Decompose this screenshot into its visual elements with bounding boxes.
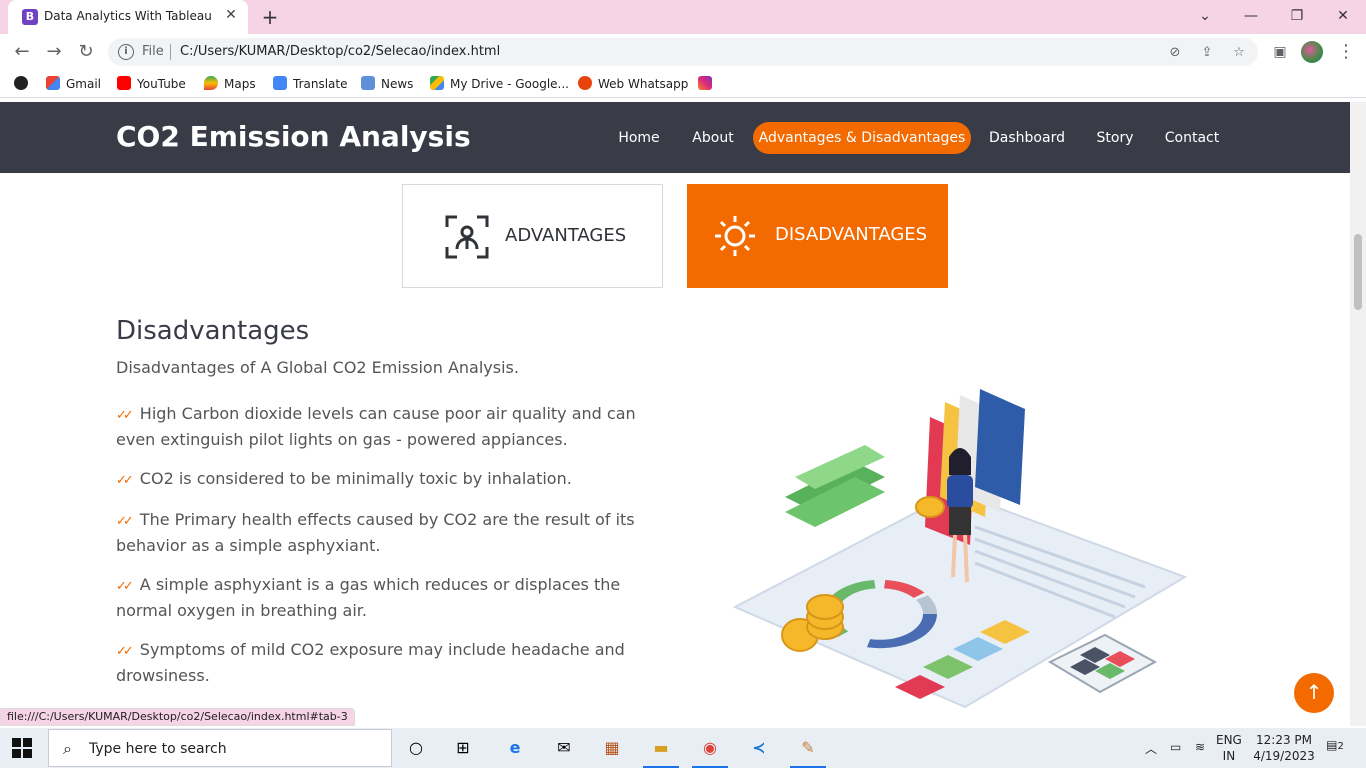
sun-icon xyxy=(715,216,755,256)
file-explorer-icon[interactable]: ▬ xyxy=(643,736,679,768)
tab-disadvantages[interactable]: DISADVANTAGES xyxy=(687,184,948,288)
address-bar[interactable]: i File C:/Users/KUMAR/Desktop/co2/Seleca… xyxy=(108,38,1258,66)
cortana-icon[interactable]: ○ xyxy=(404,736,428,760)
windows-taskbar: ⌕ Type here to search ○ ⊞ e ✉ ▦ ▬ ◉ ≺ ✎ … xyxy=(0,728,1366,768)
list-item: ✓✓ The Primary health effects caused by C… xyxy=(116,510,635,555)
site-logo[interactable]: CO2 Emission Analysis xyxy=(116,120,471,153)
windows-start-icon[interactable] xyxy=(12,738,32,758)
bookmarks-bar: Gmail YouTube Maps Translate News My Dri… xyxy=(0,70,1366,98)
gmail-icon xyxy=(46,76,60,90)
tab-strip: B Data Analytics With Tableau ✕ + ⌄ — ❐ … xyxy=(0,0,1366,34)
tab-search-icon[interactable]: ⌄ xyxy=(1190,4,1220,28)
browser-toolbar: ← → ↻ i File C:/Users/KUMAR/Desktop/co2/… xyxy=(0,34,1366,70)
tab-disadvantages-label: DISADVANTAGES xyxy=(775,224,928,245)
nav-story[interactable]: Story xyxy=(1090,122,1140,154)
restore-icon[interactable]: ❐ xyxy=(1282,4,1312,28)
bookmark-gmail[interactable]: Gmail xyxy=(46,75,101,93)
eye-off-icon[interactable]: ⊘ xyxy=(1166,44,1184,62)
address-separator xyxy=(170,44,171,60)
back-to-top-button[interactable]: ↑ xyxy=(1294,673,1334,713)
new-tab-icon[interactable]: + xyxy=(258,5,282,29)
edge-icon[interactable]: e xyxy=(503,736,527,760)
profile-avatar[interactable] xyxy=(1301,41,1323,63)
bookmark-translate[interactable]: Translate xyxy=(273,75,348,93)
back-icon[interactable]: ← xyxy=(10,40,34,64)
scrollbar-thumb[interactable] xyxy=(1354,234,1362,310)
nav-dashboard[interactable]: Dashboard xyxy=(984,122,1070,154)
share-icon[interactable]: ⇪ xyxy=(1198,44,1216,62)
translate-icon xyxy=(273,76,287,90)
tray-chevron-icon[interactable]: ︿ xyxy=(1145,740,1157,757)
close-tab-icon[interactable]: ✕ xyxy=(222,6,240,24)
list-item: ✓✓ High Carbon dioxide levels can cause p… xyxy=(116,404,636,449)
bookmark-youtube[interactable]: YouTube xyxy=(117,75,186,93)
double-check-icon: ✓✓ xyxy=(116,514,134,529)
bookmark-instagram[interactable] xyxy=(698,75,718,93)
taskbar-search-placeholder: Type here to search xyxy=(89,741,227,757)
forward-icon[interactable]: → xyxy=(42,40,66,64)
chrome-icon[interactable]: ◉ xyxy=(692,736,728,768)
menu-icon[interactable]: ⋮ xyxy=(1334,40,1358,64)
page-scrollbar[interactable] xyxy=(1350,102,1366,726)
battery-icon[interactable]: ▭ xyxy=(1170,740,1181,754)
instagram-icon xyxy=(698,76,712,90)
bookmark-drive[interactable]: My Drive - Google... xyxy=(430,75,569,93)
close-window-icon[interactable]: ✕ xyxy=(1328,4,1358,28)
nav-advantages-disadvantages[interactable]: Advantages & Disadvantages xyxy=(753,122,971,154)
bookmark-star-icon[interactable]: ☆ xyxy=(1230,44,1248,62)
section-subtitle: Disadvantages of A Global CO2 Emission A… xyxy=(116,358,519,377)
clock[interactable]: 12:23 PM 4/19/2023 xyxy=(1252,732,1316,764)
news-icon xyxy=(361,76,375,90)
notifications-icon[interactable]: ▤2 xyxy=(1324,738,1346,752)
side-panel-icon[interactable]: ▣ xyxy=(1268,40,1292,64)
bookmark-maps[interactable]: Maps xyxy=(204,75,256,93)
tab-title: Data Analytics With Tableau xyxy=(44,9,212,23)
task-view-icon[interactable]: ⊞ xyxy=(451,736,475,760)
bookmark-news[interactable]: News xyxy=(361,75,413,93)
double-check-icon: ✓✓ xyxy=(116,473,134,488)
list-item: ✓✓ CO2 is considered to be minimally toxi… xyxy=(116,469,572,488)
apps-icon[interactable] xyxy=(14,75,34,93)
address-scheme: File xyxy=(142,44,164,59)
list-item: ✓✓ Symptoms of mild CO2 exposure may incl… xyxy=(116,640,625,685)
user-focus-icon xyxy=(445,215,489,259)
language-indicator[interactable]: ENG IN xyxy=(1216,732,1242,764)
web-page: CO2 Emission Analysis Home About Advanta… xyxy=(0,102,1350,708)
alert-icon xyxy=(578,76,592,90)
tab-advantages[interactable]: ADVANTAGES xyxy=(402,184,663,288)
mail-icon[interactable]: ✉ xyxy=(552,736,576,760)
taskbar-search-box[interactable]: ⌕ Type here to search xyxy=(48,729,392,767)
double-check-icon: ✓✓ xyxy=(116,579,134,594)
site-info-icon[interactable]: i xyxy=(118,44,134,60)
drive-icon xyxy=(430,76,444,90)
list-item: ✓✓ A simple asphyxiant is a gas which red… xyxy=(116,575,621,620)
finance-illustration xyxy=(732,389,1188,708)
youtube-icon xyxy=(117,76,131,90)
tab-advantages-label: ADVANTAGES xyxy=(505,225,627,246)
minimize-icon[interactable]: — xyxy=(1236,4,1266,28)
wifi-icon[interactable]: ≋ xyxy=(1195,740,1205,754)
nav-contact[interactable]: Contact xyxy=(1160,122,1224,154)
status-url-bubble: file:///C:/Users/KUMAR/Desktop/co2/Selec… xyxy=(0,708,355,726)
search-icon: ⌕ xyxy=(63,739,72,758)
nav-home[interactable]: Home xyxy=(612,122,666,154)
section-title: Disadvantages xyxy=(116,316,310,346)
paint-icon[interactable]: ✎ xyxy=(790,736,826,768)
site-header: CO2 Emission Analysis Home About Advanta… xyxy=(0,102,1350,173)
store-icon[interactable]: ▦ xyxy=(600,736,624,760)
double-check-icon: ✓✓ xyxy=(116,408,134,423)
browser-tab[interactable]: B Data Analytics With Tableau ✕ xyxy=(8,0,248,34)
double-check-icon: ✓✓ xyxy=(116,644,134,659)
nav-about[interactable]: About xyxy=(686,122,740,154)
bookmark-whatsapp[interactable]: Web Whatsapp xyxy=(578,75,688,93)
arrow-up-icon: ↑ xyxy=(1305,680,1323,704)
reload-icon[interactable]: ↻ xyxy=(74,40,98,64)
bootstrap-favicon-icon: B xyxy=(22,9,38,25)
maps-icon xyxy=(204,76,218,90)
address-url[interactable]: C:/Users/KUMAR/Desktop/co2/Selecao/index… xyxy=(180,44,500,59)
vscode-icon[interactable]: ≺ xyxy=(747,736,771,760)
